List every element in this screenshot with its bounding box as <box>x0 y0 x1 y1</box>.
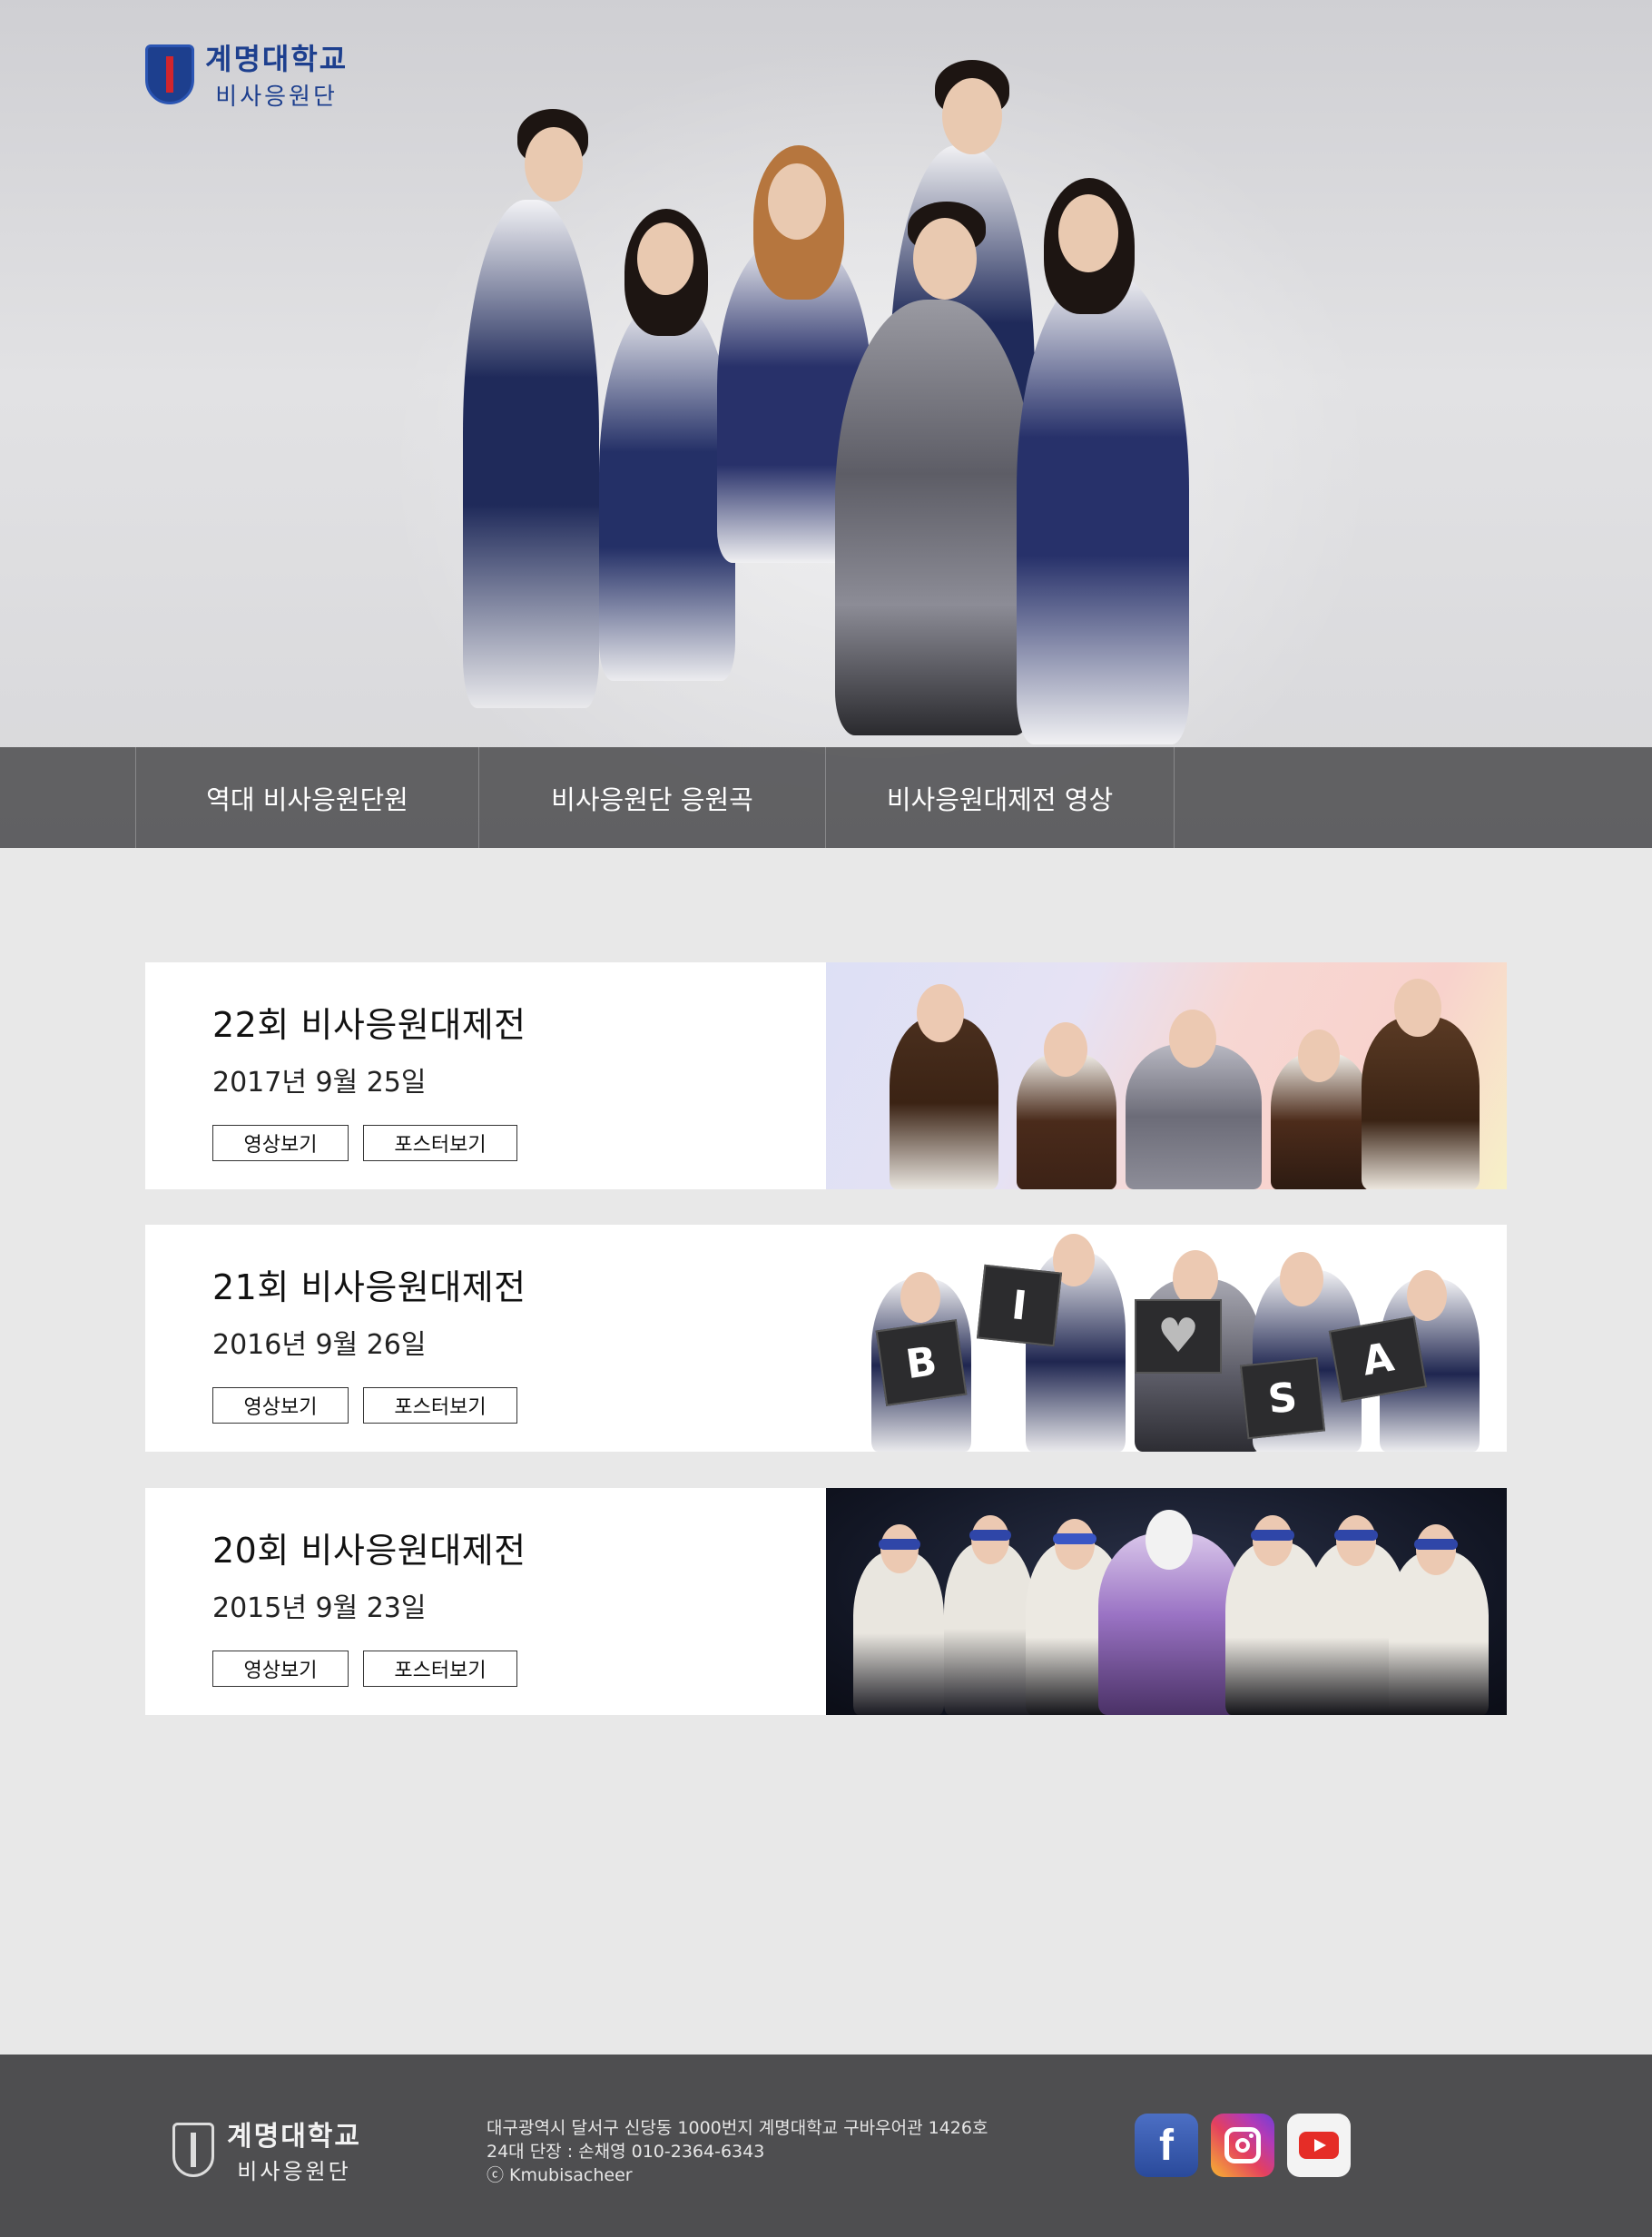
sign-letter: S <box>1239 1356 1326 1440</box>
footer-team-name: 비사응원단 <box>237 2159 351 2184</box>
nav-item-festival-videos[interactable]: 비사응원대제전 영상 <box>826 747 1175 848</box>
instagram-icon[interactable] <box>1211 2114 1274 2177</box>
university-crest-icon <box>172 2122 214 2177</box>
nav-item-past-members[interactable]: 역대 비사응원단원 <box>136 747 479 848</box>
site-logo[interactable]: 계명대학교 비사응원단 <box>145 36 348 112</box>
university-crest-icon <box>145 44 194 104</box>
footer: 계명대학교 비사응원단 대구광역시 달서구 신당동 1000번지 계명대학교 구… <box>0 2055 1652 2237</box>
logo-university-name: 계명대학교 <box>205 42 349 76</box>
watch-video-button[interactable]: 영상보기 <box>212 1387 349 1424</box>
event-card: 21회 비사응원대제전 2016년 9월 26일 영상보기 포스터보기 B I … <box>145 1225 1507 1452</box>
event-photo <box>826 1488 1507 1715</box>
event-card: 20회 비사응원대제전 2015년 9월 23일 영상보기 포스터보기 <box>145 1488 1507 1715</box>
social-links: f <box>1135 2114 1351 2177</box>
footer-address: 대구광역시 달서구 신당동 1000번지 계명대학교 구바우어관 1426호 <box>487 2118 988 2138</box>
view-poster-button[interactable]: 포스터보기 <box>363 1125 517 1161</box>
footer-info: 대구광역시 달서구 신당동 1000번지 계명대학교 구바우어관 1426호 2… <box>487 2116 988 2187</box>
footer-leader-contact: 24대 단장 : 손채영 010-2364-6343 <box>487 2142 765 2162</box>
nav-spacer <box>0 747 136 848</box>
event-photo <box>826 962 1507 1189</box>
hero-banner: 계명대학교 비사응원단 <box>0 0 1652 848</box>
watch-video-button[interactable]: 영상보기 <box>212 1651 349 1687</box>
view-poster-button[interactable]: 포스터보기 <box>363 1387 517 1424</box>
event-date: 2016년 9월 26일 <box>212 1329 427 1361</box>
event-title: 21회 비사응원대제전 <box>212 1267 526 1307</box>
event-date: 2017년 9월 25일 <box>212 1067 427 1099</box>
logo-team-name: 비사응원단 <box>215 84 338 111</box>
footer-university-name: 계명대학교 <box>227 2121 361 2153</box>
watch-video-button[interactable]: 영상보기 <box>212 1125 349 1161</box>
event-title: 20회 비사응원대제전 <box>212 1531 526 1571</box>
event-date: 2015년 9월 23일 <box>212 1592 427 1624</box>
sign-letter: B <box>875 1319 968 1406</box>
event-title: 22회 비사응원대제전 <box>212 1005 526 1045</box>
sign-letter: I <box>976 1264 1063 1347</box>
facebook-icon[interactable]: f <box>1135 2114 1198 2177</box>
nav-item-cheer-songs[interactable]: 비사응원단 응원곡 <box>479 747 826 848</box>
footer-copyright: ⓒ Kmubisacheer <box>487 2165 633 2185</box>
event-card: 22회 비사응원대제전 2017년 9월 25일 영상보기 포스터보기 <box>145 962 1507 1189</box>
main-nav: 역대 비사응원단원 비사응원단 응원곡 비사응원대제전 영상 <box>0 747 1652 848</box>
youtube-icon[interactable] <box>1287 2114 1351 2177</box>
view-poster-button[interactable]: 포스터보기 <box>363 1651 517 1687</box>
event-photo: B I ♥ S A <box>826 1225 1507 1452</box>
sign-letter: ♥ <box>1135 1299 1222 1374</box>
footer-logo[interactable]: 계명대학교 비사응원단 <box>172 2114 361 2185</box>
sign-letter: A <box>1328 1316 1428 1403</box>
